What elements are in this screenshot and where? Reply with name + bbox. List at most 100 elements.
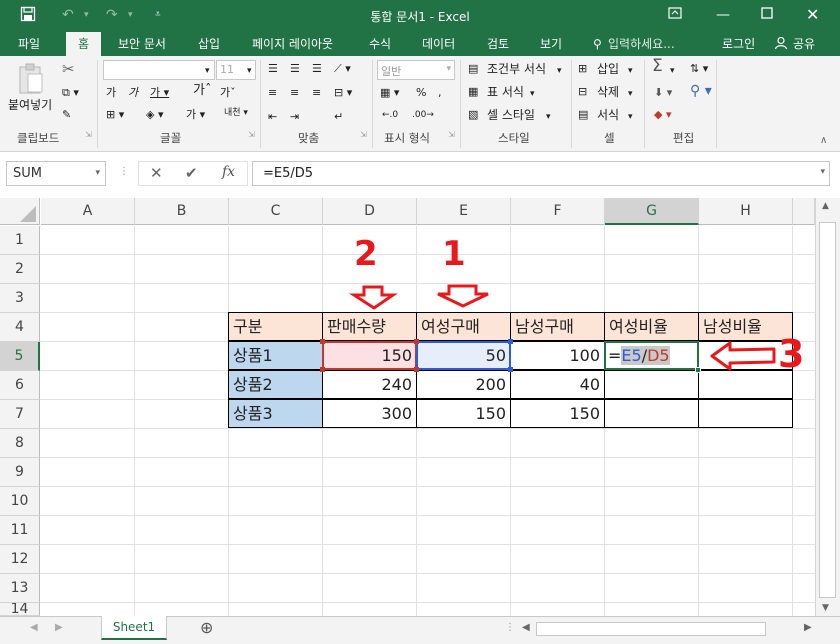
clear-icon[interactable]: ◆ ▾ [654, 108, 671, 122]
maximize-icon[interactable] [761, 6, 773, 24]
column-header[interactable]: E [417, 198, 511, 225]
product-label-cell[interactable]: 상품3 [228, 399, 323, 428]
column-header-partial[interactable] [793, 198, 815, 225]
scroll-left-icon[interactable]: ◀ [522, 622, 530, 633]
increase-decimal-icon[interactable]: ←.0 [382, 108, 398, 122]
copy-icon[interactable]: ⧉ ▾ [62, 86, 79, 100]
cancel-icon[interactable]: ✕ [150, 164, 163, 182]
vertical-scroll-thumb[interactable] [819, 222, 836, 598]
header-cell[interactable]: 남성구매 [510, 312, 605, 341]
paste-button[interactable]: 붙여넣기 [8, 98, 52, 112]
cell-style-icon[interactable]: ▧ [468, 108, 478, 122]
column-header[interactable]: D [323, 198, 417, 225]
middle-align-icon[interactable]: ☰ [290, 62, 300, 76]
delete-cells-dropdown-icon[interactable]: ▾ [628, 87, 633, 101]
expand-formula-icon[interactable]: ▾ [820, 167, 825, 177]
center-align-icon[interactable]: ≡ [290, 86, 299, 100]
scroll-up-icon[interactable]: ▲ [822, 201, 829, 211]
tab-split-grip-icon[interactable]: ⋮ [505, 622, 515, 633]
clipboard-icon[interactable] [17, 62, 45, 96]
table-format-button[interactable]: 표 서식 [487, 85, 524, 99]
product-label-cell[interactable]: 상품1 [228, 341, 323, 370]
header-cell[interactable]: 여성구매 [416, 312, 511, 341]
accounting-icon[interactable]: ▦ ▾ [380, 86, 399, 100]
alignment-launcher-icon[interactable]: ⇲ [360, 130, 367, 139]
merge-center-icon[interactable]: ⊟ ▾ [334, 86, 352, 100]
sales-qty-cell[interactable]: 240 [322, 370, 417, 399]
male-purchase-cell[interactable]: 40 [510, 370, 605, 399]
cell-style-dropdown-icon[interactable]: ▾ [546, 110, 551, 124]
top-align-icon[interactable]: ☰ [268, 62, 278, 76]
format-cells-icon[interactable]: ▤ [578, 108, 588, 122]
row-header[interactable]: 1 [0, 226, 40, 255]
column-header[interactable]: B [135, 198, 229, 225]
bold-icon[interactable]: 가 [106, 86, 116, 100]
column-header-selected[interactable]: G [605, 198, 699, 225]
row-header[interactable]: 6 [0, 371, 40, 400]
female-ratio-cell[interactable] [604, 370, 699, 399]
add-sheet-icon[interactable]: ⊕ [200, 618, 213, 637]
row-header[interactable]: 9 [0, 458, 40, 487]
table-format-icon[interactable]: ▦ [468, 85, 478, 99]
row-header[interactable]: 14 [0, 603, 40, 616]
increase-indent-icon[interactable]: ⇥ [290, 110, 299, 124]
sort-filter-icon[interactable]: ⇅ ▾ [690, 62, 708, 76]
tab-page-layout[interactable]: 페이지 레이아웃 [252, 36, 333, 52]
next-sheet-icon[interactable]: ▶ [55, 622, 63, 633]
clipboard-launcher-icon[interactable]: ⇲ [85, 130, 92, 139]
font-launcher-icon[interactable]: ⇲ [248, 130, 255, 139]
cell-style-button[interactable]: 셀 스타일 [487, 108, 535, 122]
row-header[interactable]: 2 [0, 255, 40, 284]
minimize-icon[interactable]: — [716, 6, 730, 24]
name-box-dropdown-icon[interactable]: ▾ [95, 168, 100, 178]
format-cells-button[interactable]: 서식 [597, 108, 619, 122]
tab-protect[interactable]: 보안 문서 [118, 36, 166, 52]
decrease-decimal-icon[interactable]: .00→ [412, 108, 434, 122]
font-size-dropdown-icon[interactable]: ▾ [247, 64, 252, 78]
tab-file[interactable]: 파일 [18, 36, 40, 52]
share-button[interactable]: 공유 [793, 36, 815, 52]
format-cells-dropdown-icon[interactable]: ▾ [628, 110, 633, 124]
cut-icon[interactable]: ✂ [62, 62, 75, 77]
fill-icon[interactable]: ⬇ ▾ [654, 86, 672, 100]
phonetic-icon[interactable]: 내천 ▾ [224, 106, 248, 120]
delete-cells-icon[interactable]: ⊟ [578, 85, 587, 99]
name-box[interactable]: SUM ▾ [6, 161, 106, 186]
underline-icon[interactable]: 가 ▾ [150, 86, 169, 100]
female-ratio-cell[interactable] [604, 399, 699, 428]
tab-review[interactable]: 검토 [487, 36, 509, 52]
find-select-icon[interactable]: ⚲ ▾ [690, 84, 712, 98]
wrap-text-icon[interactable]: ↵ [334, 110, 343, 124]
scroll-down-icon[interactable]: ▼ [822, 603, 829, 613]
number-launcher-icon[interactable]: ⇲ [448, 130, 455, 139]
insert-cells-dropdown-icon[interactable]: ▾ [628, 64, 633, 78]
percent-icon[interactable]: % [416, 86, 426, 100]
font-name-box[interactable] [103, 60, 215, 80]
enter-icon[interactable]: ✔ [185, 164, 198, 182]
product-label-cell[interactable]: 상품2 [228, 370, 323, 399]
row-header[interactable]: 11 [0, 516, 40, 545]
collapse-ribbon-icon[interactable]: ∧ [820, 134, 827, 148]
fill-color-icon[interactable]: ◈ ▾ [146, 108, 163, 122]
conditional-format-dropdown-icon[interactable]: ▾ [557, 64, 562, 78]
row-header[interactable]: 10 [0, 487, 40, 516]
right-align-icon[interactable]: ≡ [312, 86, 321, 100]
conditional-format-icon[interactable]: ▤ [468, 62, 478, 76]
conditional-format-button[interactable]: 조건부 서식 [487, 62, 546, 76]
login-link[interactable]: 로그인 [722, 36, 755, 52]
close-icon[interactable]: ✕ [806, 6, 819, 24]
tab-insert[interactable]: 삽입 [198, 36, 220, 52]
female-purchase-cell[interactable]: 150 [416, 399, 511, 428]
row-header-selected[interactable]: 5 [0, 342, 40, 371]
table-format-dropdown-icon[interactable]: ▾ [530, 87, 535, 101]
left-align-icon[interactable]: ≡ [268, 86, 277, 100]
italic-icon[interactable]: 가 [128, 86, 138, 100]
select-all-button[interactable] [0, 198, 40, 225]
fill-handle[interactable] [695, 367, 701, 373]
female-purchase-cell[interactable]: 200 [416, 370, 511, 399]
row-header[interactable]: 4 [0, 313, 40, 342]
column-header[interactable]: H [699, 198, 793, 225]
format-painter-icon[interactable]: ✎ [62, 108, 71, 122]
scroll-right-icon[interactable]: ▶ [804, 622, 812, 633]
autosum-dropdown-icon[interactable]: ▾ [670, 64, 675, 78]
